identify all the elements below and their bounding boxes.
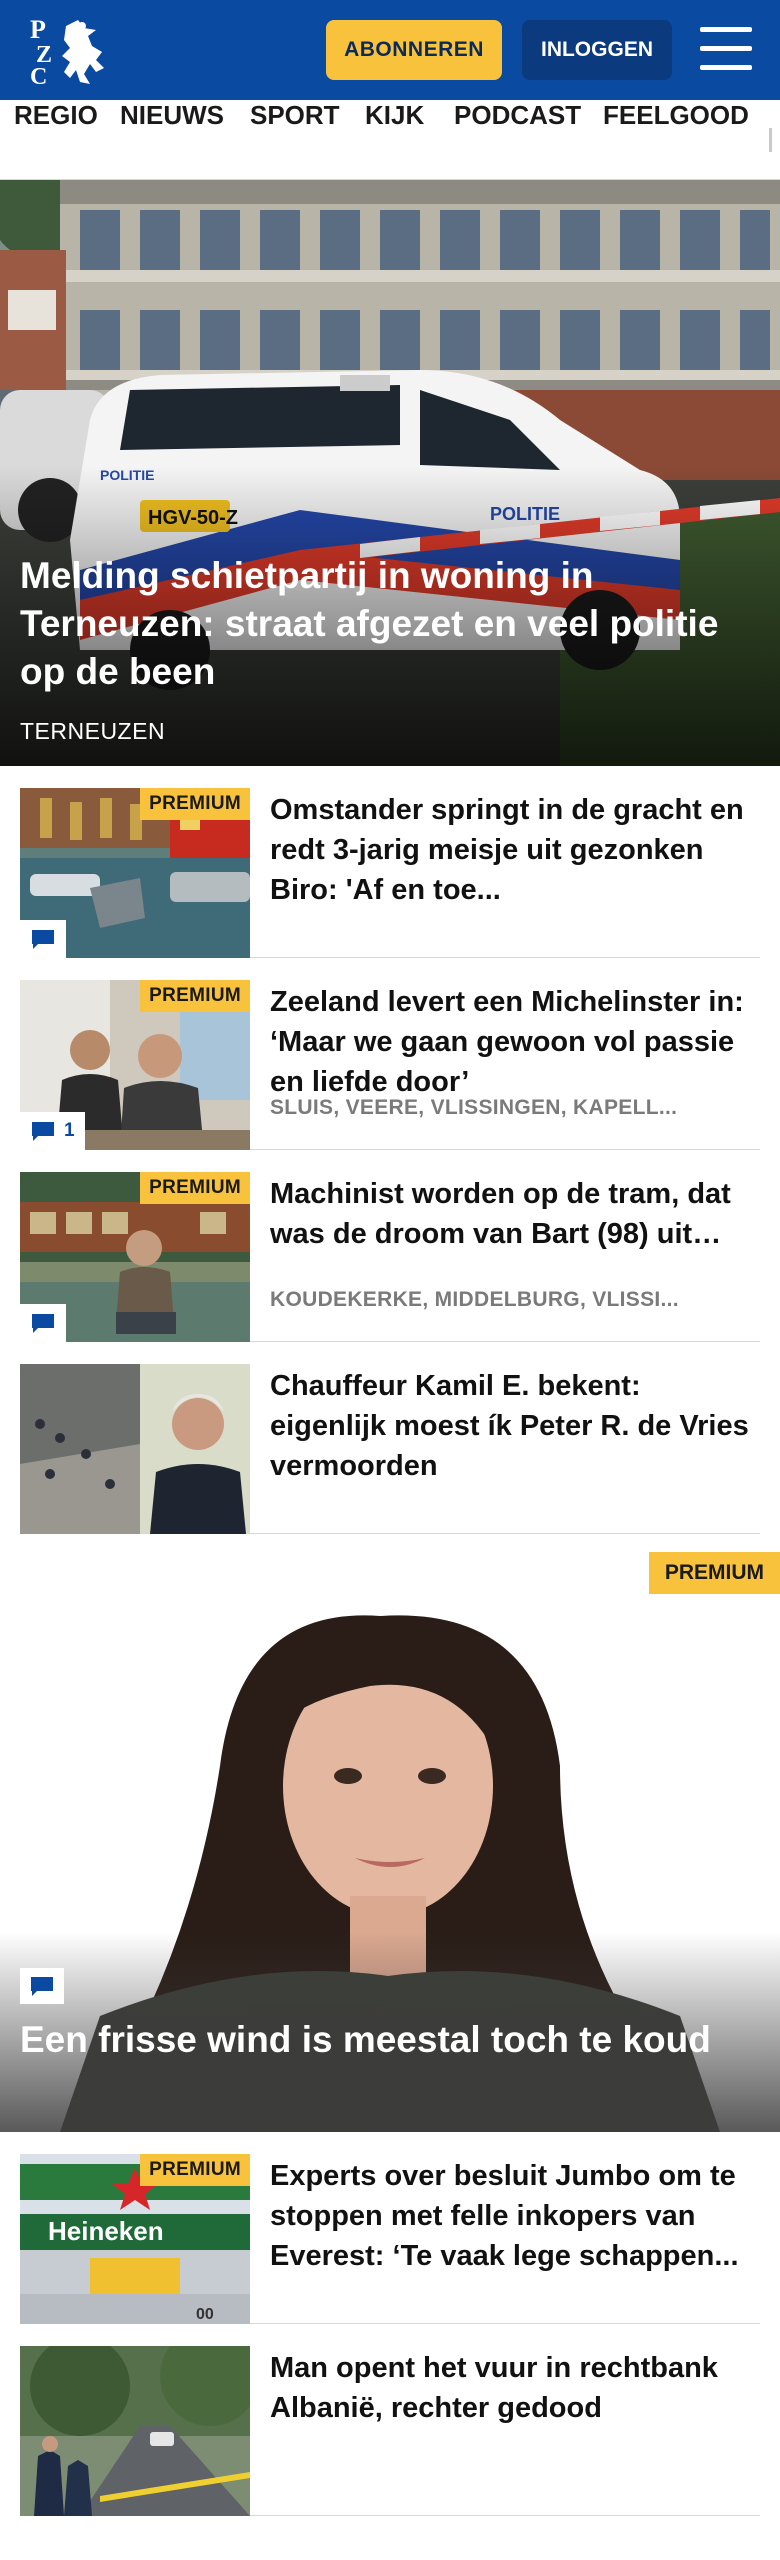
- comment-icon: [31, 1977, 53, 1996]
- comment-icon: [32, 1314, 54, 1333]
- article-row[interactable]: Heineken 00 PREMIUM Experts over besluit…: [20, 2132, 760, 2324]
- article-thumbnail: [20, 2346, 250, 2516]
- premium-badge: PREMIUM: [140, 1172, 250, 1204]
- premium-badge: PREMIUM: [648, 1552, 780, 1594]
- article-location-tags[interactable]: SLUIS, VEERE, VLISSINGEN, KAPELL...: [270, 1096, 750, 1120]
- article-row[interactable]: PREMIUM Machinist worden op de tram, dat…: [20, 1150, 760, 1342]
- article-title[interactable]: Omstander springt in de gracht en redt 3…: [270, 790, 750, 910]
- subscribe-button[interactable]: ABONNEREN: [326, 20, 502, 80]
- comment-indicator[interactable]: [20, 1304, 66, 1342]
- article-title[interactable]: Chauffeur Kamil E. bekent: eigenlijk moe…: [270, 1366, 750, 1486]
- login-button[interactable]: INLOGGEN: [522, 20, 672, 80]
- nav-item-sport[interactable]: SPORT: [250, 100, 340, 179]
- article-row[interactable]: PREMIUM Omstander springt in de gracht e…: [20, 766, 760, 958]
- comment-count: 1: [64, 1120, 75, 1141]
- article-title[interactable]: Machinist worden op de tram, dat was de …: [270, 1174, 750, 1254]
- comment-icon: [32, 930, 54, 949]
- nav-item-feelgood[interactable]: FEELGOOD: [603, 100, 749, 179]
- site-header: P Z C ABONNEREN INLOGGEN: [0, 0, 780, 100]
- article-thumbnail: PREMIUM: [20, 1172, 250, 1342]
- nav-scroll-indicator: [769, 128, 772, 152]
- premium-badge: PREMIUM: [140, 2154, 250, 2186]
- hero-title[interactable]: Melding schietpartij in woning in Terneu…: [20, 552, 740, 696]
- nav-item-regio[interactable]: REGIO: [14, 100, 98, 179]
- pzc-logo-icon[interactable]: P Z C: [26, 12, 114, 90]
- sign-text: Heineken: [48, 2216, 164, 2246]
- article-title[interactable]: Man opent het vuur in rechtbank Albanië,…: [270, 2348, 750, 2428]
- nav-item-kijk[interactable]: KIJK: [365, 100, 424, 179]
- comment-indicator[interactable]: [20, 920, 66, 958]
- menu-icon[interactable]: [700, 27, 752, 73]
- hero-location-tag[interactable]: TERNEUZEN: [20, 718, 165, 745]
- comment-indicator[interactable]: 1: [20, 1112, 85, 1150]
- article-thumbnail: PREMIUM 1: [20, 980, 250, 1150]
- nav-item-podcast[interactable]: PODCAST: [454, 100, 581, 179]
- article-row[interactable]: Chauffeur Kamil E. bekent: eigenlijk moe…: [20, 1342, 760, 1534]
- premium-badge: PREMIUM: [140, 788, 250, 820]
- article-location-tags[interactable]: KOUDEKERKE, MIDDELBURG, VLISSI...: [270, 1288, 750, 1312]
- section-nav: REGIO NIEUWS SPORT KIJK PODCAST FEELGOOD: [0, 100, 780, 180]
- sign-number: 00: [196, 2306, 214, 2323]
- article-row[interactable]: Man opent het vuur in rechtbank Albanië,…: [20, 2324, 760, 2516]
- article-row[interactable]: PREMIUM 1 Zeeland levert een Michelinste…: [20, 958, 760, 1150]
- comment-indicator[interactable]: [20, 1968, 64, 2004]
- nav-item-nieuws[interactable]: NIEUWS: [120, 100, 224, 179]
- column-article[interactable]: PREMIUM Een frisse wind is meestal toch …: [0, 1536, 780, 2132]
- article-thumbnail: PREMIUM: [20, 788, 250, 958]
- article-thumbnail: [20, 1364, 250, 1534]
- svg-text:C: C: [30, 64, 47, 88]
- article-thumbnail: Heineken 00 PREMIUM: [20, 2154, 250, 2324]
- article-title[interactable]: Experts over besluit Jumbo om te stoppen…: [270, 2156, 750, 2276]
- column-title[interactable]: Een frisse wind is meestal toch te koud: [20, 2016, 740, 2064]
- hero-article[interactable]: HGV-50-Z POLITIE POLITIE Melding schietp…: [0, 180, 780, 766]
- article-title[interactable]: Zeeland levert een Michelinster in: ‘Maa…: [270, 982, 750, 1102]
- svg-text:P: P: [30, 15, 46, 44]
- premium-badge: PREMIUM: [140, 980, 250, 1012]
- comment-icon: [32, 1122, 54, 1141]
